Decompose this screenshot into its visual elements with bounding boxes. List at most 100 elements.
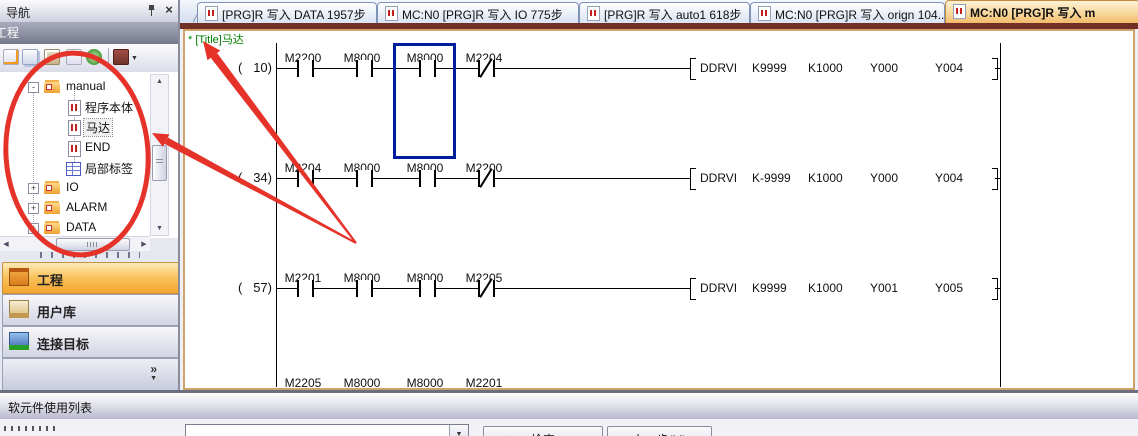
tree-item-manual[interactable]: - manual <box>0 77 150 97</box>
ladder-editor-window: * [Title]马达 ( 10) M2200 M8000 M8000 M220… <box>183 29 1135 390</box>
no-contact[interactable] <box>356 280 373 297</box>
no-contact[interactable] <box>356 60 373 77</box>
instruction-operand[interactable]: Y001 <box>870 281 898 295</box>
instruction-operand[interactable]: Y000 <box>870 61 898 75</box>
copy-icon[interactable] <box>22 49 38 65</box>
refresh-icon[interactable] <box>86 49 102 65</box>
no-contact[interactable] <box>419 170 436 187</box>
device-combobox[interactable]: ▼ <box>185 424 469 436</box>
dropdown-arrow-icon[interactable]: ▼ <box>449 425 468 436</box>
connection-destination-view-button[interactable]: 连接目标 <box>2 326 180 358</box>
device-usage-list-header: 软元件使用列表 <box>0 393 1138 420</box>
edit-cursor-box[interactable] <box>393 43 456 159</box>
collapse-expander-icon[interactable]: - <box>28 82 39 93</box>
tree-item-local-label[interactable]: 局部标签 <box>0 158 150 178</box>
ladder-program-icon <box>205 6 218 21</box>
instruction-op[interactable]: DDRVI <box>700 281 737 295</box>
instruction-operand[interactable]: K1000 <box>808 61 843 75</box>
ladder-program-icon <box>587 6 600 21</box>
new-data-icon[interactable] <box>3 49 19 65</box>
navigation-panel: 导航 × 工程 ▼ - manual <box>0 0 180 391</box>
instruction-op[interactable]: DDRVI <box>700 61 737 75</box>
scroll-up-icon[interactable]: ▲ <box>151 78 168 85</box>
tab-prg-data[interactable]: [PRG]R 写入 DATA 1957步 <box>197 2 377 23</box>
project-section-header: 工程 <box>0 22 180 44</box>
chevron-down-icon[interactable]: ▼ <box>150 375 157 382</box>
close-icon[interactable]: × <box>162 2 176 18</box>
tab-prg-orign[interactable]: MC:N0 [PRG]R 写入 orign 104... <box>750 2 945 23</box>
expand-expander-icon[interactable]: + <box>28 183 39 194</box>
display-filter-icon[interactable] <box>113 49 129 65</box>
navigation-titlebar: 导航 × <box>0 0 180 23</box>
pin-icon[interactable] <box>144 4 158 18</box>
step-number: ( 10) <box>195 60 272 75</box>
no-contact[interactable] <box>356 170 373 187</box>
toolbar-separator <box>108 48 109 66</box>
instruction-bracket <box>992 278 998 300</box>
tree-item-data[interactable]: + DATA <box>0 218 150 238</box>
tree-vertical-scrollbar[interactable]: ▲ ▼ <box>150 74 169 236</box>
instruction-operand[interactable]: K1000 <box>808 171 843 185</box>
expand-expander-icon[interactable]: + <box>28 203 39 214</box>
nc-contact[interactable] <box>478 170 495 187</box>
scroll-down-icon[interactable]: ▼ <box>151 225 168 232</box>
instruction-operand[interactable]: K-9999 <box>752 171 791 185</box>
user-library-view-button[interactable]: 用户库 <box>2 294 180 326</box>
no-contact[interactable] <box>297 60 314 77</box>
device-usage-list-controls: ▼ 检索 上一步(M) <box>0 419 1138 436</box>
instruction-operand[interactable]: Y000 <box>870 171 898 185</box>
ladder-canvas[interactable]: * [Title]马达 ( 10) M2200 M8000 M8000 M220… <box>185 31 1133 388</box>
panel-splitter-handle[interactable] <box>40 252 140 258</box>
scroll-left-icon[interactable]: ◀ <box>2 240 10 248</box>
nc-contact[interactable] <box>478 60 495 77</box>
instruction-op[interactable]: DDRVI <box>700 171 737 185</box>
scroll-right-icon[interactable]: ▶ <box>140 240 148 248</box>
gx-works2-window: 导航 × 工程 ▼ - manual <box>0 0 1138 436</box>
view-selector-overflow-bar[interactable]: » ▼ <box>2 358 180 392</box>
right-power-rail <box>1000 43 1001 387</box>
tree-item-program-body[interactable]: 程序本体 <box>0 97 150 117</box>
left-power-rail <box>276 43 277 387</box>
export-icon[interactable] <box>66 49 82 65</box>
folder-icon <box>44 183 60 194</box>
tree-item-alarm[interactable]: + ALARM <box>0 198 150 218</box>
chevron-right-icon[interactable]: » <box>150 362 157 376</box>
instruction-operand[interactable]: Y004 <box>935 171 963 185</box>
instruction-bracket <box>690 58 696 80</box>
instruction-operand[interactable]: K9999 <box>752 61 787 75</box>
project-icon <box>9 268 29 286</box>
no-contact[interactable] <box>297 280 314 297</box>
expand-expander-icon[interactable]: + <box>28 223 39 234</box>
instruction-bracket <box>992 168 998 190</box>
search-button[interactable]: 检索 <box>483 426 603 436</box>
instruction-operand[interactable]: K9999 <box>752 281 787 295</box>
no-contact[interactable] <box>419 280 436 297</box>
navigation-title: 导航 <box>6 4 30 21</box>
prev-button[interactable]: 上一步(M) <box>607 426 712 436</box>
tab-prg-auto1[interactable]: [PRG]R 写入 auto1 618步 <box>579 2 750 23</box>
instruction-operand[interactable]: K1000 <box>808 281 843 295</box>
device-label: M8000 <box>332 376 392 388</box>
no-contact[interactable] <box>297 170 314 187</box>
nc-contact[interactable] <box>478 280 495 297</box>
device-label: M2205 <box>273 376 333 388</box>
scrollbar-thumb[interactable] <box>56 238 130 251</box>
instruction-operand[interactable]: Y004 <box>935 61 963 75</box>
step-number: ( 57) <box>195 280 272 295</box>
toolbar-dropdown-arrow-icon[interactable]: ▼ <box>131 55 138 62</box>
panel-divider[interactable] <box>178 0 180 391</box>
tree-item-motor[interactable]: 马达 <box>0 117 150 137</box>
ladder-title-comment: * [Title]马达 <box>188 31 244 47</box>
ladder-program-icon <box>385 6 398 21</box>
paste-icon[interactable] <box>44 49 60 65</box>
tree-item-end[interactable]: END <box>0 138 150 158</box>
tab-prg-io[interactable]: MC:N0 [PRG]R 写入 IO 775步 <box>377 2 579 23</box>
user-library-icon <box>9 300 29 318</box>
tab-prg-m-active[interactable]: MC:N0 [PRG]R 写入 m <box>945 0 1138 24</box>
scrollbar-thumb[interactable] <box>152 145 167 181</box>
project-view-button[interactable]: 工程 <box>2 262 180 294</box>
instruction-bracket <box>992 58 998 80</box>
instruction-operand[interactable]: Y005 <box>935 281 963 295</box>
tree-horizontal-scrollbar[interactable]: ◀ ▶ <box>0 236 150 251</box>
tree-item-io[interactable]: + IO <box>0 178 150 198</box>
